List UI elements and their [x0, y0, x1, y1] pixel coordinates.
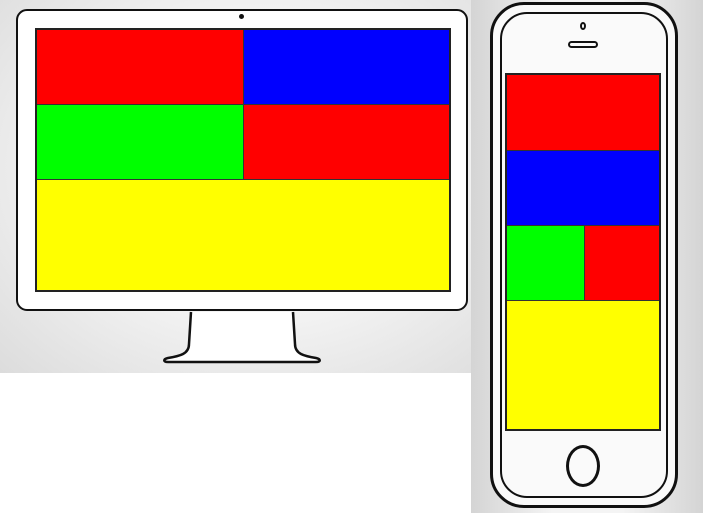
- mobile-block-red-right: [585, 226, 659, 301]
- desktop-block-red-middle-right: [244, 105, 449, 180]
- desktop-block-green-middle-left: [37, 105, 244, 180]
- mobile-block-yellow-bottom: [507, 301, 659, 429]
- phone-front-camera-icon: [580, 22, 586, 30]
- responsive-layout-diagram: [0, 0, 703, 513]
- phone-home-button-icon: [566, 445, 600, 487]
- desktop-block-yellow-bottom: [37, 180, 449, 290]
- mobile-block-blue: [507, 151, 659, 226]
- monitor-stand: [163, 311, 321, 364]
- phone-speaker-icon: [568, 41, 598, 48]
- desktop-panel: [0, 0, 471, 373]
- mobile-block-red-top: [507, 75, 659, 151]
- phone-screen: [505, 73, 661, 431]
- mobile-block-green: [507, 226, 585, 301]
- desktop-block-blue-top-right: [244, 30, 449, 105]
- monitor-camera-dot: [239, 14, 244, 19]
- desktop-block-red-top-left: [37, 30, 244, 105]
- monitor-screen: [35, 28, 451, 292]
